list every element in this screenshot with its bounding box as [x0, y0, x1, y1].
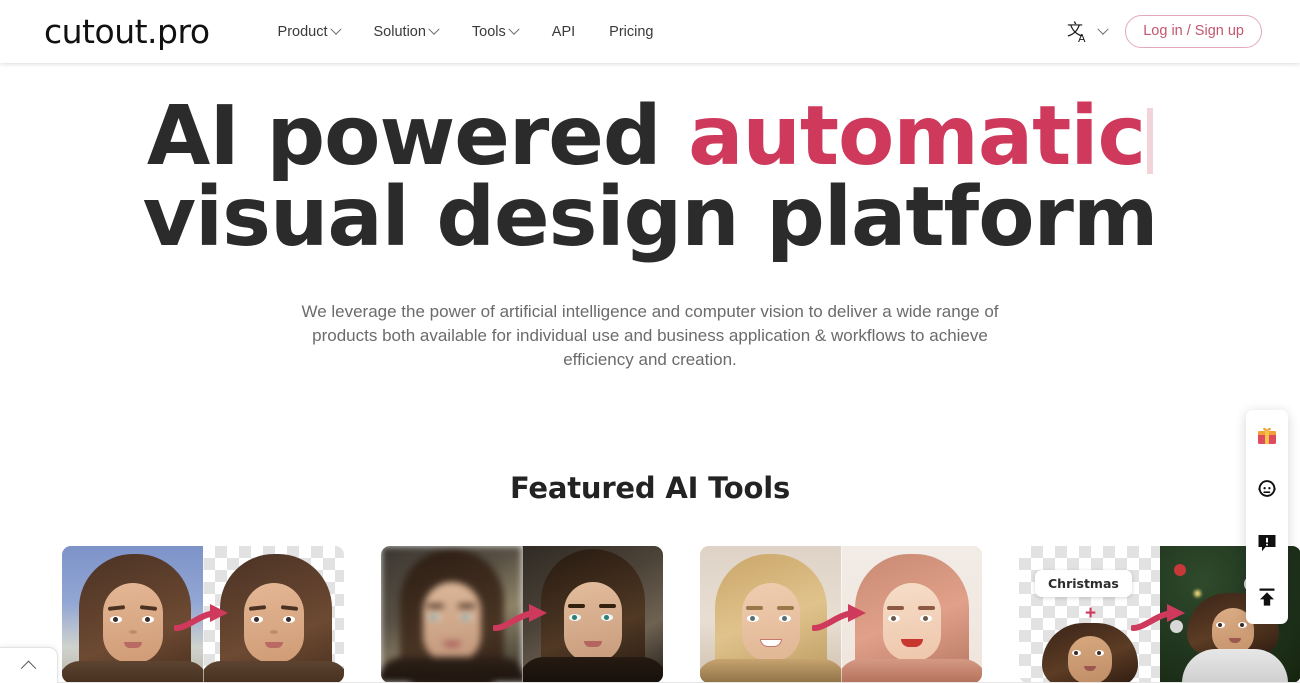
nav-label: Pricing [609, 23, 654, 40]
hero-heading: AI powered automatic visual design platf… [0, 96, 1300, 259]
hero-heading-line2: visual design platform [142, 170, 1159, 265]
card-after-image [522, 546, 663, 683]
featured-tools-grid: Christmas + [62, 546, 1300, 683]
side-panel-customer-service-button[interactable] [1254, 478, 1280, 504]
translate-icon: 文 A [1067, 19, 1094, 45]
typing-caret [1147, 108, 1154, 174]
card-before-image: Christmas + [1019, 546, 1160, 683]
gift-icon [1256, 424, 1278, 451]
nav-item-pricing[interactable]: Pricing [609, 24, 653, 40]
scroll-to-top-icon [1256, 586, 1278, 613]
page-root: cutout.pro Product Solution Tools API Pr… [0, 0, 1300, 683]
bottom-left-expand-tab[interactable] [0, 647, 58, 683]
logo-secondary-text: .pro [147, 12, 210, 51]
tool-card-background-remover[interactable] [62, 546, 344, 683]
nav-label: Solution [373, 23, 426, 40]
svg-text:A: A [1078, 32, 1086, 45]
customer-service-icon [1256, 478, 1278, 505]
nav-item-api[interactable]: API [552, 24, 575, 40]
feedback-icon [1256, 532, 1278, 559]
header-actions: 文 A Log in / Sign up [1067, 14, 1262, 49]
nav-label: API [551, 23, 576, 40]
card-before-image [62, 546, 203, 683]
card-before-image [700, 546, 841, 683]
card-after-image [841, 546, 982, 683]
card-split-divider [841, 546, 842, 683]
site-header: cutout.pro Product Solution Tools API Pr… [0, 0, 1300, 63]
featured-section-title: Featured AI Tools [509, 471, 791, 505]
hero-section: AI powered automatic visual design platf… [0, 63, 1300, 373]
chevron-down-icon [1097, 23, 1109, 35]
site-logo[interactable]: cutout.pro [44, 15, 210, 48]
card-split-divider [203, 546, 204, 683]
nav-item-tools[interactable]: Tools [471, 23, 520, 40]
floating-side-panel [1246, 410, 1288, 624]
chevron-up-icon [20, 660, 37, 677]
language-selector[interactable]: 文 A [1067, 19, 1109, 45]
main-navigation: Product Solution Tools API Pricing [277, 23, 653, 40]
card-after-image [203, 546, 344, 683]
card-split-divider [522, 546, 523, 683]
chevron-down-icon [428, 23, 440, 35]
nav-label: Tools [471, 23, 506, 40]
plus-icon: + [1085, 603, 1097, 624]
tool-card-photo-enhancer[interactable] [381, 546, 663, 683]
nav-item-product[interactable]: Product [277, 23, 342, 40]
nav-label: Product [277, 23, 328, 40]
login-signup-button[interactable]: Log in / Sign up [1125, 14, 1262, 49]
side-panel-feedback-button[interactable] [1254, 532, 1280, 558]
chevron-down-icon [508, 23, 520, 35]
side-panel-scroll-to-top-button[interactable] [1254, 586, 1280, 612]
nav-item-solution[interactable]: Solution [373, 23, 440, 40]
background-preset-label: Christmas [1035, 570, 1132, 597]
card-before-image [381, 546, 522, 683]
chevron-down-icon [329, 23, 342, 35]
logo-primary-text: cutout [44, 12, 148, 51]
hero-subtitle: We leverage the power of artificial inte… [301, 302, 999, 370]
tool-card-cartoon-selfie[interactable] [700, 546, 982, 683]
side-panel-gift-button[interactable] [1254, 424, 1280, 450]
